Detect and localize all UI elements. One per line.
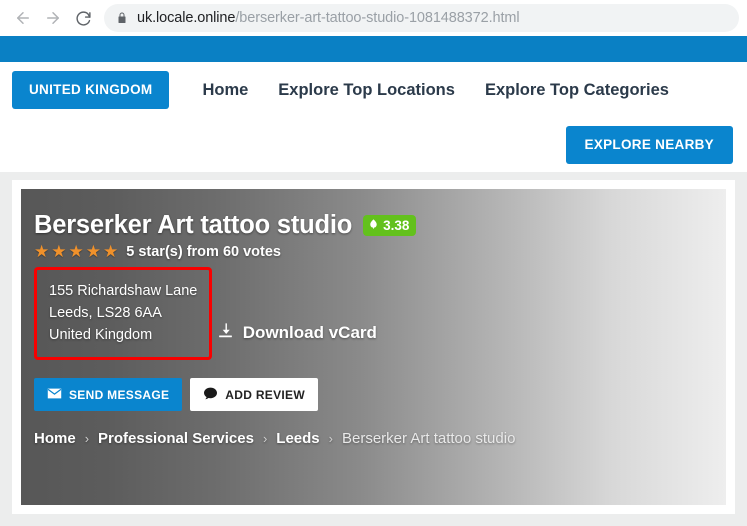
add-review-label: ADD REVIEW [225, 387, 305, 402]
breadcrumb: Home › Professional Services › Leeds › B… [34, 430, 726, 447]
star-icon: ★ [85, 242, 101, 261]
arrow-left-icon [14, 9, 32, 27]
download-vcard-label: Download vCard [242, 323, 377, 342]
address-line: United Kingdom [49, 327, 153, 343]
explore-nearby-button[interactable]: EXPLORE NEARBY [565, 126, 733, 164]
rating-badge: 3.38 [363, 215, 417, 236]
breadcrumb-separator-icon: › [328, 431, 333, 446]
envelope-icon [47, 388, 62, 401]
site-navigation: UNITED KINGDOM Home Explore Top Location… [0, 62, 747, 118]
leaf-icon [368, 218, 379, 233]
page-title: Berserker Art tattoo studio [34, 211, 353, 239]
breadcrumb-separator-icon: › [262, 431, 268, 446]
action-buttons: SEND MESSAGE ADD REVIEW [34, 378, 726, 411]
comment-icon [203, 387, 218, 402]
listing-card: Berserker Art tattoo studio 3.38 ★ ★ ★ ★… [12, 180, 735, 514]
download-vcard-link[interactable]: Download vCard [217, 322, 377, 344]
site-top-bar [0, 36, 747, 62]
address-line: Leeds, LS28 6AA [49, 305, 162, 321]
url-domain: uk.locale.online [137, 10, 236, 26]
breadcrumb-item-home[interactable]: Home [34, 430, 76, 447]
breadcrumb-separator-icon: › [84, 431, 90, 446]
address-line: 155 Richardshaw Lane [49, 283, 198, 299]
breadcrumb-item-professional-services[interactable]: Professional Services [98, 430, 254, 447]
nav-links: Home Explore Top Locations Explore Top C… [202, 81, 668, 100]
send-message-label: SEND MESSAGE [69, 387, 170, 402]
url-path: /berserker-art-tattoo-studio-1081488372.… [235, 10, 520, 26]
country-selector-button[interactable]: UNITED KINGDOM [12, 71, 170, 109]
send-message-button[interactable]: SEND MESSAGE [34, 378, 183, 411]
breadcrumb-item-leeds[interactable]: Leeds [276, 430, 319, 447]
star-icon: ★ [34, 242, 50, 261]
address-block: 155 Richardshaw Lane Leeds, LS28 6AA Uni… [34, 267, 213, 360]
lock-icon [116, 11, 128, 25]
votes-text: 5 star(s) from 60 votes [126, 243, 281, 260]
explore-nearby-row: EXPLORE NEARBY [0, 118, 747, 172]
listing-card-area: Berserker Art tattoo studio 3.38 ★ ★ ★ ★… [0, 172, 747, 526]
nav-link-explore-top-categories[interactable]: Explore Top Categories [485, 81, 669, 100]
address-bar[interactable]: uk.locale.online/berserker-art-tattoo-st… [104, 4, 739, 32]
listing-hero: Berserker Art tattoo studio 3.38 ★ ★ ★ ★… [21, 189, 726, 505]
star-rating: ★ ★ ★ ★ ★ 5 star(s) from 60 votes [34, 243, 726, 260]
star-icon: ★ [68, 242, 84, 261]
arrow-right-icon [44, 9, 62, 27]
breadcrumb-current: Berserker Art tattoo studio [342, 430, 516, 447]
web-page: UNITED KINGDOM Home Explore Top Location… [0, 36, 747, 526]
browser-toolbar: uk.locale.online/berserker-art-tattoo-st… [0, 0, 747, 36]
star-icon: ★ [103, 242, 119, 261]
nav-link-home[interactable]: Home [202, 81, 248, 100]
reload-button[interactable] [68, 3, 98, 33]
back-button[interactable] [8, 3, 38, 33]
forward-button[interactable] [38, 3, 68, 33]
nav-link-explore-top-locations[interactable]: Explore Top Locations [278, 81, 455, 100]
url-text: uk.locale.online/berserker-art-tattoo-st… [137, 10, 520, 26]
star-icon: ★ [51, 242, 67, 261]
title-row: Berserker Art tattoo studio 3.38 [34, 211, 726, 240]
download-icon [217, 322, 234, 344]
add-review-button[interactable]: ADD REVIEW [190, 378, 318, 411]
reload-icon [75, 10, 92, 27]
rating-value: 3.38 [383, 217, 410, 233]
